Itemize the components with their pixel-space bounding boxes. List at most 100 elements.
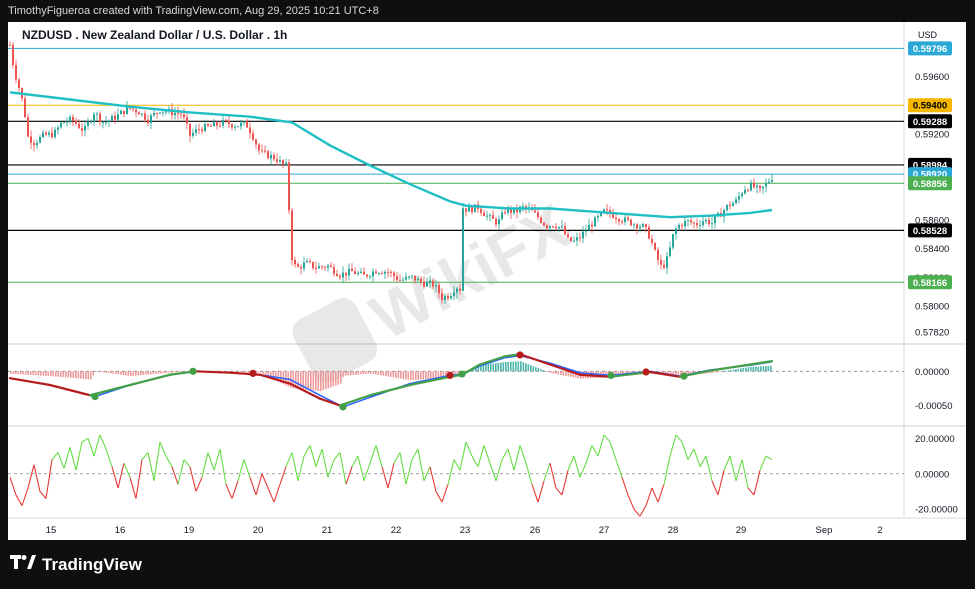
macd-histogram-bar bbox=[745, 367, 747, 372]
oscillator-segment bbox=[675, 434, 683, 443]
macd-histogram-bar bbox=[360, 371, 362, 375]
candle-body bbox=[213, 122, 215, 127]
macd-histogram-bar bbox=[122, 371, 125, 376]
candle-body bbox=[132, 108, 134, 110]
candle-body bbox=[420, 278, 422, 282]
candle bbox=[747, 188, 749, 193]
macd-histogram-bar bbox=[107, 371, 110, 374]
candle bbox=[654, 241, 656, 251]
macd-histogram-bar bbox=[105, 371, 107, 373]
candle-body bbox=[726, 204, 728, 211]
candle bbox=[120, 109, 122, 115]
macd-histogram-bar bbox=[245, 371, 247, 373]
candle-body bbox=[75, 120, 77, 124]
candle-body bbox=[231, 124, 233, 128]
macd-histogram-bar bbox=[535, 367, 537, 372]
macd-cross-marker bbox=[339, 403, 347, 411]
candle bbox=[762, 186, 764, 195]
macd-axis-tick: 0.00000 bbox=[915, 367, 949, 378]
candle bbox=[192, 128, 194, 139]
candle-body bbox=[93, 114, 95, 122]
macd-histogram-bar bbox=[262, 371, 265, 374]
candle-body bbox=[297, 264, 299, 267]
oscillator-segment bbox=[489, 462, 497, 482]
candle bbox=[660, 254, 662, 270]
macd-histogram-bar bbox=[77, 371, 80, 379]
macd-cross-marker bbox=[446, 371, 454, 380]
candle-body bbox=[651, 238, 653, 243]
candle-body bbox=[480, 209, 482, 213]
price-level-label: 0.59400 bbox=[913, 101, 947, 112]
symbol-title[interactable]: NZDUSD . New Zealand Dollar / U.S. Dolla… bbox=[22, 28, 287, 42]
candle-body bbox=[432, 280, 434, 287]
candle bbox=[351, 262, 353, 272]
oscillator-segment bbox=[393, 452, 401, 464]
macd-histogram-bar bbox=[20, 371, 22, 375]
candle-body bbox=[516, 209, 518, 213]
macd-histogram-bar bbox=[82, 371, 85, 379]
chart-attribution: TimothyFigueroa created with TradingView… bbox=[8, 5, 379, 17]
oscillator-segment bbox=[465, 441, 473, 457]
oscillator-segment bbox=[273, 484, 281, 503]
macd-histogram-bar bbox=[15, 371, 17, 375]
candle-body bbox=[27, 117, 29, 137]
macd-histogram-bar bbox=[335, 371, 337, 386]
oscillator-segment bbox=[579, 462, 587, 478]
macd-histogram-bar bbox=[520, 361, 522, 372]
chart-panel[interactable]: WikiFX NZDUSD . New Zealand Dollar / U.S… bbox=[8, 22, 966, 540]
oscillator-segment bbox=[405, 459, 413, 485]
macd-histogram-bar bbox=[315, 371, 317, 391]
price-level-label: 0.58856 bbox=[913, 179, 947, 190]
tradingview-footer: TradingView bbox=[0, 540, 975, 589]
oscillator-segment bbox=[663, 455, 671, 485]
candle-body bbox=[675, 228, 677, 234]
candle-body bbox=[219, 125, 221, 127]
candle bbox=[333, 263, 335, 277]
chart-canvas[interactable]: WikiFX NZDUSD . New Zealand Dollar / U.S… bbox=[8, 22, 966, 540]
oscillator-segment bbox=[285, 452, 293, 467]
candle bbox=[225, 118, 227, 123]
oscillator-segment bbox=[99, 434, 107, 450]
oscillator-segment bbox=[75, 441, 83, 471]
oscillator-segment bbox=[153, 441, 161, 481]
price-axis-tick: 0.59200 bbox=[915, 129, 949, 140]
macd-histogram-bar bbox=[397, 371, 400, 379]
candle bbox=[186, 113, 188, 130]
macd-axis-tick: -0.00050 bbox=[915, 401, 953, 412]
candle-body bbox=[147, 119, 149, 124]
macd-histogram-bar bbox=[540, 369, 542, 372]
macd-histogram-bar bbox=[160, 371, 162, 374]
oscillator-segment bbox=[69, 447, 77, 471]
candle bbox=[324, 265, 326, 272]
macd-histogram-bar bbox=[42, 371, 45, 376]
candle bbox=[66, 117, 68, 127]
oscillator-segment bbox=[177, 459, 185, 485]
tradingview-logo-icon bbox=[10, 554, 36, 575]
candle bbox=[312, 261, 314, 271]
candle-body bbox=[90, 121, 92, 123]
candle bbox=[765, 178, 767, 193]
time-axis-tick: 2 bbox=[877, 525, 882, 536]
macd-histogram-bar bbox=[45, 371, 47, 376]
macd-histogram-bar bbox=[60, 371, 62, 377]
oscillator-segment bbox=[615, 459, 623, 478]
candle-body bbox=[15, 65, 17, 80]
candle-body bbox=[378, 273, 380, 275]
candle bbox=[726, 204, 728, 213]
candle bbox=[714, 216, 716, 229]
candle-body bbox=[156, 112, 158, 114]
candle-body bbox=[51, 132, 53, 138]
oscillator-segment bbox=[345, 466, 353, 485]
macd-histogram-bar bbox=[112, 371, 115, 374]
oscillator-segment bbox=[507, 448, 515, 471]
macd-histogram-bar bbox=[402, 371, 405, 379]
oscillator-segment bbox=[93, 434, 101, 457]
time-axis-tick: 28 bbox=[668, 525, 679, 536]
candle bbox=[366, 273, 368, 279]
oscillator-segment bbox=[603, 434, 611, 443]
candle bbox=[378, 272, 380, 276]
macd-histogram-bar bbox=[742, 368, 745, 372]
macd-histogram-bar bbox=[355, 371, 357, 375]
candle bbox=[702, 215, 704, 228]
macd-histogram-bar bbox=[320, 371, 322, 392]
